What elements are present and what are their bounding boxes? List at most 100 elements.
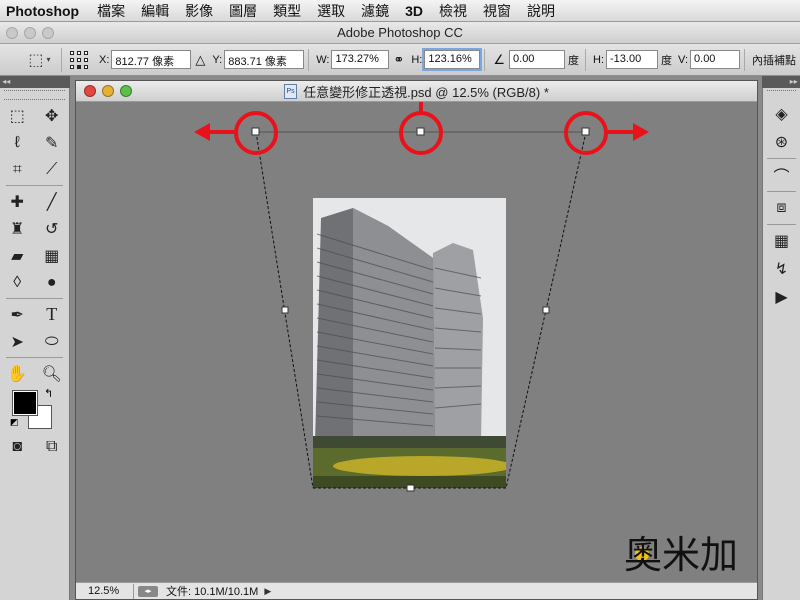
height-field[interactable]: 123.16%: [424, 50, 481, 69]
vskew-field[interactable]: 0.00: [690, 50, 741, 69]
status-info-icon[interactable]: ◂▸: [138, 585, 158, 597]
clone-stamp-icon[interactable]: ♜: [0, 215, 35, 242]
menu-edit[interactable]: 編輯: [133, 1, 177, 21]
menu-filter[interactable]: 濾鏡: [353, 1, 397, 21]
menu-3d[interactable]: 3D: [397, 3, 431, 19]
menu-help[interactable]: 說明: [519, 1, 563, 21]
separator: [744, 48, 746, 71]
zoom-icon[interactable]: 🔍︎: [35, 360, 70, 387]
photoshop-screen: { "menu": { "app_name": "Photoshop", "it…: [0, 0, 800, 600]
doc-minimize-button[interactable]: [102, 85, 114, 97]
y-field[interactable]: 883.71 像素: [224, 50, 305, 69]
status-menu-arrow-icon[interactable]: ▶: [264, 586, 271, 597]
angle-icon: ∠: [493, 51, 506, 67]
tool-preset-picker[interactable]: ⬚ ▾: [18, 47, 62, 72]
hskew-unit: 度: [661, 54, 673, 67]
default-colors-icon[interactable]: ◩: [10, 417, 19, 428]
crop-icon[interactable]: ⌗: [0, 156, 35, 183]
collapse-icon[interactable]: ◂◂: [0, 77, 10, 86]
handle-bottom-middle: [406, 484, 415, 492]
menu-layer[interactable]: 圖層: [221, 1, 265, 21]
eraser-icon[interactable]: ▰: [0, 242, 35, 269]
brush-icon[interactable]: ╱: [35, 188, 70, 215]
divider: [6, 298, 63, 299]
interpolation-select[interactable]: 內插補點: [752, 52, 796, 68]
y-label: Y:: [212, 53, 223, 66]
handle-top-right: [581, 127, 590, 136]
tools-gutter: ◂◂: [0, 76, 70, 88]
paths-icon[interactable]: ⌒: [763, 161, 800, 189]
healing-brush-icon[interactable]: ✚: [0, 188, 35, 215]
hand-icon[interactable]: ✋: [0, 360, 35, 387]
zoom-button[interactable]: [42, 27, 54, 39]
delta-icon: △: [195, 51, 206, 67]
menu-view[interactable]: 檢視: [431, 1, 475, 21]
menu-select[interactable]: 選取: [309, 1, 353, 21]
link-icon[interactable]: ⚭: [393, 52, 404, 68]
quick-select-icon[interactable]: ✎: [35, 129, 70, 156]
3d-icon[interactable]: ⧈: [763, 194, 800, 222]
canvas[interactable]: [76, 102, 757, 582]
zoom-field[interactable]: 12.5%: [76, 583, 134, 599]
menu-window[interactable]: 視窗: [475, 1, 519, 21]
reference-point-locator[interactable]: [68, 49, 90, 71]
separator: [308, 48, 310, 71]
menu-file[interactable]: 檔案: [89, 1, 133, 21]
rect-marquee-icon[interactable]: ⬚: [0, 102, 35, 129]
divider: [767, 224, 796, 225]
menu-image[interactable]: 影像: [177, 1, 221, 21]
watermark-logo: 奧米加: [624, 533, 738, 577]
minimize-button[interactable]: [24, 27, 36, 39]
document-title-bar: Ps 任意變形修正透視.psd @ 12.5% (RGB/8) *: [76, 81, 757, 102]
layers-icon[interactable]: ◈: [763, 100, 800, 128]
separator: [484, 48, 486, 71]
handle-top-left: [251, 127, 260, 136]
divider: [6, 185, 63, 186]
divider: [767, 158, 796, 159]
ellipse-icon[interactable]: ⬭: [35, 328, 70, 355]
foreground-color[interactable]: [12, 390, 38, 416]
expand-icon[interactable]: ▸▸: [790, 77, 800, 86]
arrow-left-head: [194, 123, 210, 141]
options-bar: ⬚ ▾ X: 812.77 像素 △ Y: 883.71 像素 W: 173.27…: [0, 44, 800, 76]
lasso-icon[interactable]: ℓ: [0, 129, 35, 156]
arrow-right-head: [633, 123, 649, 141]
hskew-field[interactable]: -13.00: [606, 50, 659, 69]
divider: [6, 357, 63, 358]
history-brush-icon[interactable]: ↺: [35, 215, 70, 242]
doc-close-button[interactable]: [84, 85, 96, 97]
rotate-field[interactable]: 0.00: [509, 50, 566, 69]
history-icon[interactable]: ↯: [763, 255, 800, 283]
x-field[interactable]: 812.77 像素: [111, 50, 192, 69]
transform-overlay: [194, 102, 649, 492]
type-icon[interactable]: T: [35, 301, 70, 328]
quick-mask-icon[interactable]: ◙: [0, 433, 35, 460]
panel-dock: ◈ ⊛ ⌒ ⧈ ▦ ↯ ▶: [762, 88, 800, 600]
close-button[interactable]: [6, 27, 18, 39]
blur-icon[interactable]: ◊: [0, 269, 35, 296]
x-label: X:: [99, 53, 110, 66]
handle-right-middle: [542, 306, 550, 314]
play-icon[interactable]: ▶: [763, 283, 800, 311]
dodge-icon[interactable]: ●: [35, 269, 70, 296]
channels-icon[interactable]: ⊛: [763, 128, 800, 156]
doc-zoom-button[interactable]: [120, 85, 132, 97]
panel-grip[interactable]: [4, 90, 65, 100]
document-size: 文件: 10.1M/10.1M: [166, 586, 259, 598]
screen-mode-icon[interactable]: ⧉: [35, 433, 70, 460]
move-icon[interactable]: ✥: [35, 102, 70, 129]
gradient-icon[interactable]: ▦: [35, 242, 70, 269]
path-select-icon[interactable]: ➤: [0, 328, 35, 355]
app-menu[interactable]: Photoshop: [0, 3, 89, 19]
swap-colors-icon[interactable]: ↰: [44, 387, 53, 400]
watermark-text: 奧米加: [624, 533, 738, 577]
tools-panel: ⬚ ✥ ℓ ✎ ⌗ ⟋ ✚ ╱ ♜ ↺ ▰ ▦ ◊ ● ✒ T ➤ ⬭ ✋ 🔍︎…: [0, 88, 70, 600]
document-window: Ps 任意變形修正透視.psd @ 12.5% (RGB/8) * 12.5% …: [75, 80, 758, 600]
width-field[interactable]: 173.27%: [331, 50, 390, 69]
panel-grip[interactable]: [767, 90, 796, 98]
menu-type[interactable]: 類型: [265, 1, 309, 21]
panel-gutter: ▸▸: [762, 76, 800, 88]
eyedropper-icon[interactable]: ⟋: [35, 156, 70, 183]
grid-icon[interactable]: ▦: [763, 227, 800, 255]
pen-icon[interactable]: ✒: [0, 301, 35, 328]
